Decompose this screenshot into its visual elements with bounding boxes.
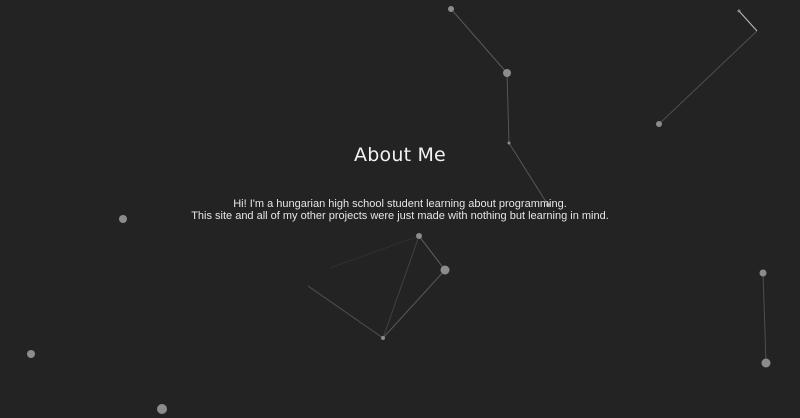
- particle-link: [762, 272, 767, 364]
- particle-link: [329, 235, 420, 269]
- about-title: About Me: [354, 144, 446, 166]
- about-line-2: This site and all of my other projects w…: [191, 210, 609, 222]
- particle-dot: [381, 336, 385, 340]
- particle-link: [307, 285, 384, 339]
- particle-dot: [157, 404, 167, 414]
- particle-dot: [416, 233, 422, 239]
- particle-link: [506, 72, 510, 144]
- particle-dot: [759, 269, 767, 277]
- particle-link: [450, 8, 508, 74]
- particle-link: [382, 269, 446, 339]
- particle-dot: [440, 265, 450, 275]
- particle-dot: [737, 9, 741, 13]
- particle-link: [658, 30, 758, 125]
- particle-dot: [448, 6, 454, 12]
- particle-link: [382, 235, 420, 339]
- particle-link: [738, 10, 758, 32]
- particle-dot: [761, 358, 771, 368]
- particle-dot: [656, 121, 662, 127]
- page-root: About Me Hi! I'm a hungarian high school…: [0, 0, 800, 418]
- about-line-1: Hi! I'm a hungarian high school student …: [233, 198, 567, 210]
- particle-dot: [27, 350, 35, 358]
- particle-link: [418, 235, 446, 271]
- particle-dot: [503, 69, 511, 77]
- about-description: Hi! I'm a hungarian high school student …: [0, 198, 800, 222]
